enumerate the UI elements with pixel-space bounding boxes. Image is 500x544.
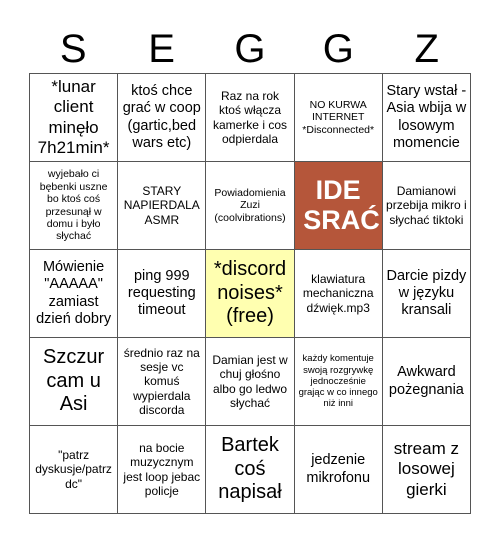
bingo-cell[interactable]: ping 999 requesting timeout [118, 250, 207, 338]
header-letter: Z [414, 27, 439, 71]
bingo-cell[interactable]: ktoś chce grać w coop (gartic,bed wars e… [118, 74, 207, 162]
bingo-cell[interactable]: stream z losowej gierki [382, 426, 471, 514]
cell-text: Darcie pizdy w języku kransali [386, 267, 467, 319]
bingo-cell[interactable]: Darcie pizdy w języku kransali [382, 250, 471, 338]
cell-text: "patrz dyskusje/patrz dc" [35, 448, 112, 491]
cell-text: ping 999 requesting timeout [127, 267, 196, 319]
cell-text: STARY NAPIERDALA ASMR [123, 184, 200, 227]
bingo-grid: *lunar client minęło 7h21min* ktoś chce … [29, 73, 471, 514]
cell-text: Raz na rok ktoś włącza kamerke i cos odp… [212, 89, 287, 146]
bingo-cell[interactable]: jedzenie mikrofonu [294, 426, 383, 514]
bingo-cell[interactable]: klawiatura mechaniczna dźwięk.mp3 [294, 250, 383, 338]
header-letter: S [59, 27, 87, 71]
cell-text: Szczur cam u Asi [43, 346, 105, 416]
bingo-cell-highlighted[interactable]: IDE SRAĆ [294, 162, 383, 250]
bingo-cell[interactable]: Stary wstał - Asia wbija w losowym momen… [382, 74, 471, 162]
bingo-cell[interactable]: Szczur cam u Asi [30, 338, 119, 426]
bingo-header: S E G G Z [29, 24, 471, 74]
header-letter: G [234, 27, 266, 71]
bingo-cell[interactable]: STARY NAPIERDALA ASMR [118, 162, 207, 250]
cell-text: Bartek coś napisał [218, 434, 282, 504]
bingo-cell[interactable]: każdy komentuje swoją rozgrywkę jednocze… [294, 338, 383, 426]
cell-text: Powiadomienia Zuzi (coolvibrations) [214, 186, 286, 224]
bingo-cell[interactable]: Powiadomienia Zuzi (coolvibrations) [206, 162, 295, 250]
cell-text: Mówienie "AAAAA" zamiast dzień dobry [36, 259, 112, 327]
bingo-free-cell[interactable]: *discord noises* (free) [206, 250, 295, 338]
cell-text: Awkward pożegnania [388, 364, 464, 398]
cell-text: *lunar client minęło 7h21min* [37, 77, 110, 157]
cell-text: IDE SRAĆ [303, 174, 380, 235]
cell-text: średnio raz na sesje vc komuś wypierdala… [123, 346, 200, 417]
header-letter: G [322, 27, 354, 71]
cell-text: ktoś chce grać w coop (gartic,bed wars e… [122, 83, 201, 151]
header-letter: E [148, 27, 175, 71]
bingo-cell[interactable]: Raz na rok ktoś włącza kamerke i cos odp… [206, 74, 295, 162]
cell-text: jedzenie mikrofonu [306, 452, 371, 486]
cell-text: na bocie muzycznym jest loop jebac polic… [123, 441, 201, 498]
bingo-cell[interactable]: wyjebało ci bębenki uszne bo ktoś coś pr… [30, 162, 119, 250]
cell-text: stream z losowej gierki [393, 439, 459, 499]
bingo-cell[interactable]: *lunar client minęło 7h21min* [30, 74, 119, 162]
bingo-cell[interactable]: Damian jest w chuj głośno albo go ledwo … [206, 338, 295, 426]
bingo-cell[interactable]: średnio raz na sesje vc komuś wypierdala… [118, 338, 207, 426]
cell-text: Stary wstał - Asia wbija w losowym momen… [386, 83, 467, 151]
bingo-cell[interactable]: Mówienie "AAAAA" zamiast dzień dobry [30, 250, 119, 338]
cell-text: *discord noises* (free) [213, 258, 287, 328]
bingo-cell[interactable]: NO KURWA INTERNET *Disconnected* [294, 74, 383, 162]
bingo-cell[interactable]: Damianowi przebija mikro i słychać tikto… [382, 162, 471, 250]
bingo-cell[interactable]: Awkward pożegnania [382, 338, 471, 426]
cell-text: wyjebało ci bębenki uszne bo ktoś coś pr… [39, 168, 108, 243]
bingo-cell[interactable]: Bartek coś napisał [206, 426, 295, 514]
cell-text: każdy komentuje swoją rozgrywkę jednocze… [298, 353, 378, 410]
cell-text: NO KURWA INTERNET *Disconnected* [302, 98, 375, 136]
bingo-cell[interactable]: "patrz dyskusje/patrz dc" [30, 426, 119, 514]
cell-text: Damianowi przebija mikro i słychać tikto… [386, 184, 467, 227]
bingo-cell[interactable]: na bocie muzycznym jest loop jebac polic… [118, 426, 207, 514]
cell-text: klawiatura mechaniczna dźwięk.mp3 [302, 272, 374, 315]
cell-text: Damian jest w chuj głośno albo go ledwo … [212, 353, 288, 410]
